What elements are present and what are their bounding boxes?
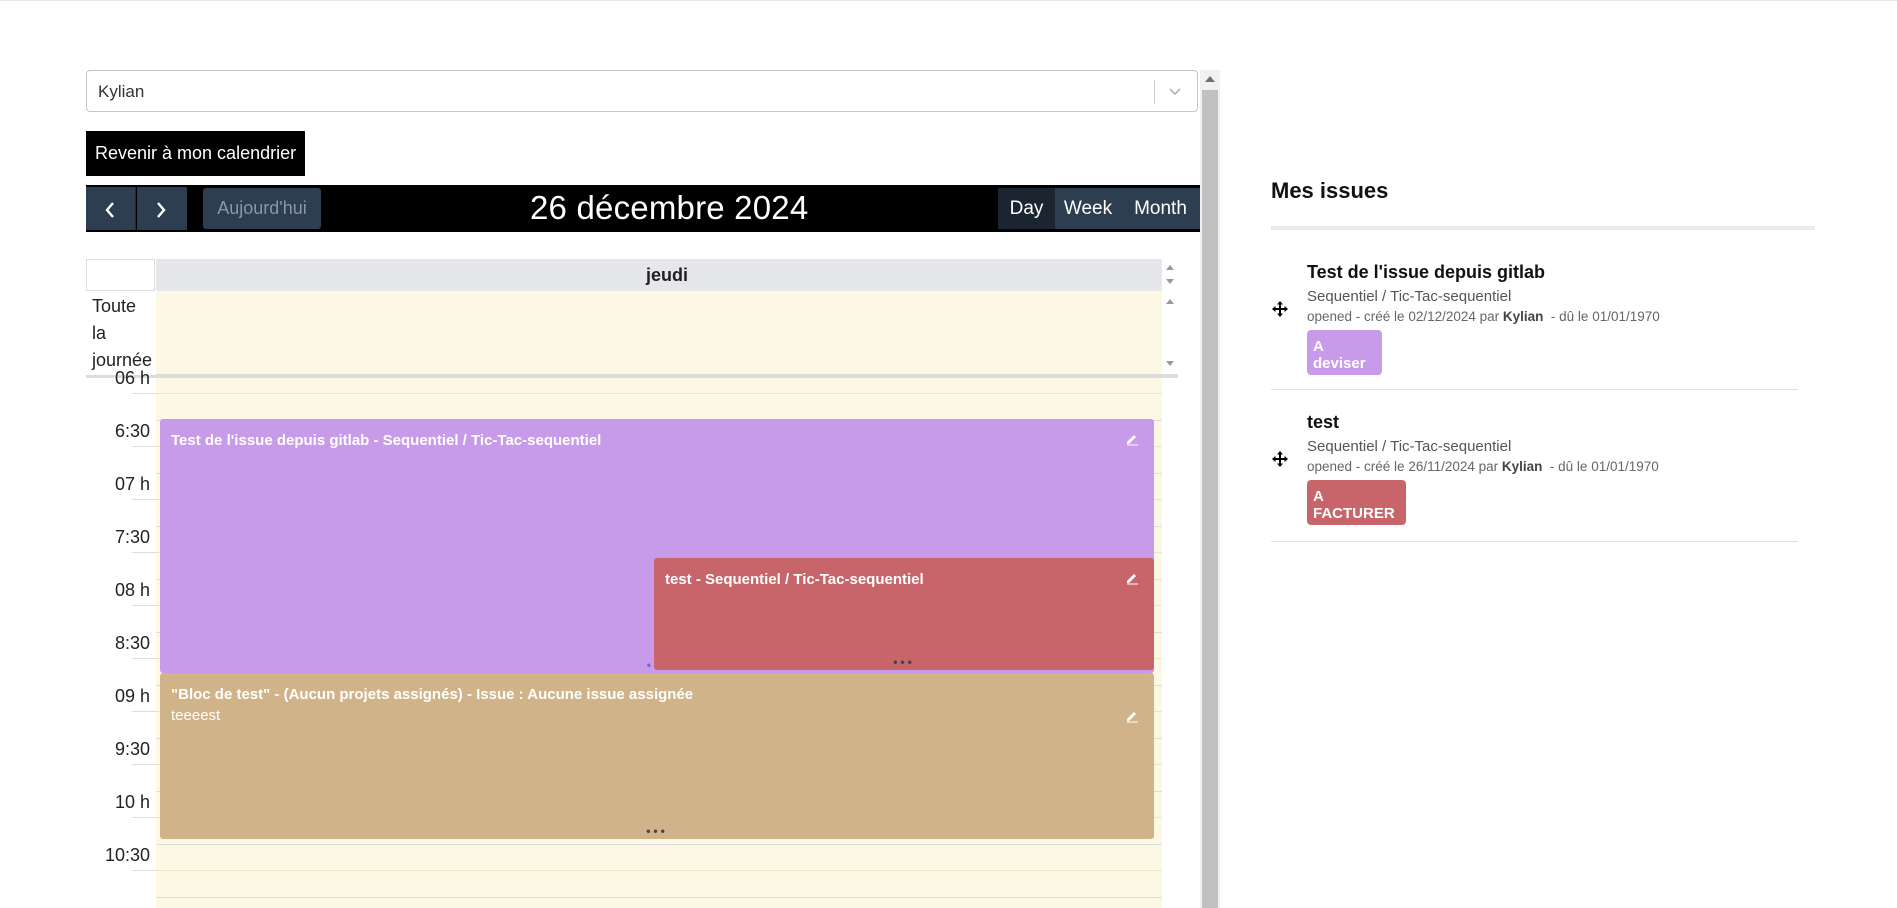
pencil-icon[interactable] [1125, 709, 1139, 723]
time-label: 09 h [114, 686, 150, 706]
event-title: "Bloc de test" - (Aucun projets assignés… [171, 686, 694, 703]
issue-title[interactable]: test [1307, 412, 1339, 433]
issue-title[interactable]: Test de l'issue depuis gitlab [1307, 262, 1545, 283]
scrollbar-thumb[interactable] [1202, 90, 1218, 908]
scroll-up-arrow[interactable] [1205, 76, 1215, 82]
view-month-button[interactable]: Month [1121, 188, 1200, 229]
issues-panel: Mes issues Test de l'issue depuis gitlab… [1271, 178, 1815, 542]
header-scrollbar[interactable] [1162, 259, 1178, 291]
all-day-area[interactable] [156, 291, 1178, 375]
prev-button[interactable] [86, 187, 136, 230]
resize-handle[interactable]: ••• [893, 656, 915, 668]
time-gutter: 06 h 6:30 07 h 7:30 08 h 8:30 09 h 9:30 … [86, 368, 157, 908]
issue-project: Sequentiel / Tic-Tac-sequentiel [1307, 438, 1512, 455]
chevron-down-icon[interactable] [1167, 83, 1183, 99]
calendar-title: 26 décembre 2024 [530, 189, 809, 226]
time-label: 08 h [114, 580, 150, 600]
move-icon[interactable] [1271, 450, 1289, 468]
day-column-header: jeudi [156, 259, 1178, 291]
event-description: teeeest [171, 707, 221, 724]
issue-meta: opened - créé le 26/11/2024 par Kylian -… [1307, 459, 1659, 474]
calendar-event[interactable]: "Bloc de test" - (Aucun projets assignés… [160, 673, 1154, 839]
time-gutter-header [86, 259, 155, 291]
chevron-right-icon [157, 202, 166, 218]
move-icon[interactable] [1271, 300, 1289, 318]
issue-card[interactable]: test Sequentiel / Tic-Tac-sequentiel ope… [1271, 412, 1798, 542]
page-scrollbar[interactable] [1200, 70, 1220, 908]
day-calendar: jeudi Toute la journée 06 h 6:30 07 h 7:… [86, 259, 1178, 908]
time-label: 6:30 [114, 421, 150, 441]
time-label: 06 h [114, 368, 150, 388]
issue-status-badge: A FACTURER [1307, 480, 1406, 525]
time-label: 7:30 [114, 527, 150, 547]
view-week-button[interactable]: Week [1055, 188, 1121, 229]
issue-project: Sequentiel / Tic-Tac-sequentiel [1307, 288, 1512, 305]
view-day-button[interactable]: Day [998, 188, 1055, 229]
issues-divider [1271, 226, 1815, 230]
calendar-toolbar: Aujourd'hui 26 décembre 2024 Day Week Mo… [86, 185, 1200, 232]
pencil-icon[interactable] [1125, 432, 1139, 446]
time-label: 10:30 [104, 845, 150, 865]
issues-heading: Mes issues [1271, 178, 1389, 203]
back-to-my-calendar-button[interactable]: Revenir à mon calendrier [86, 131, 306, 176]
time-label: 10 h [114, 792, 150, 812]
resize-handle[interactable]: ••• [646, 825, 668, 837]
issue-meta: opened - créé le 02/12/2024 par Kylian -… [1307, 309, 1660, 324]
user-select-value: Kylian [98, 82, 145, 101]
top-border [0, 0, 1897, 1]
time-label: 9:30 [114, 739, 150, 759]
time-label: 8:30 [114, 633, 150, 653]
more-dots[interactable]: • [647, 659, 654, 671]
select-separator [1154, 80, 1155, 104]
pencil-icon[interactable] [1125, 571, 1139, 585]
event-title: Test de l'issue depuis gitlab - Sequenti… [171, 432, 602, 449]
next-button[interactable] [137, 187, 187, 230]
issue-status-badge: A deviser [1307, 330, 1382, 375]
calendar-event[interactable]: test - Sequentiel / Tic-Tac-sequentiel •… [654, 558, 1154, 670]
all-day-scrollbar[interactable] [1162, 291, 1178, 374]
user-select[interactable]: Kylian [86, 70, 1198, 112]
issue-card[interactable]: Test de l'issue depuis gitlab Sequentiel… [1271, 262, 1798, 390]
chevron-left-icon [105, 202, 114, 218]
event-title: test - Sequentiel / Tic-Tac-sequentiel [665, 571, 924, 588]
all-day-label: Toute la journée [92, 296, 153, 370]
today-button[interactable]: Aujourd'hui [203, 188, 321, 229]
time-label: 07 h [114, 474, 150, 494]
